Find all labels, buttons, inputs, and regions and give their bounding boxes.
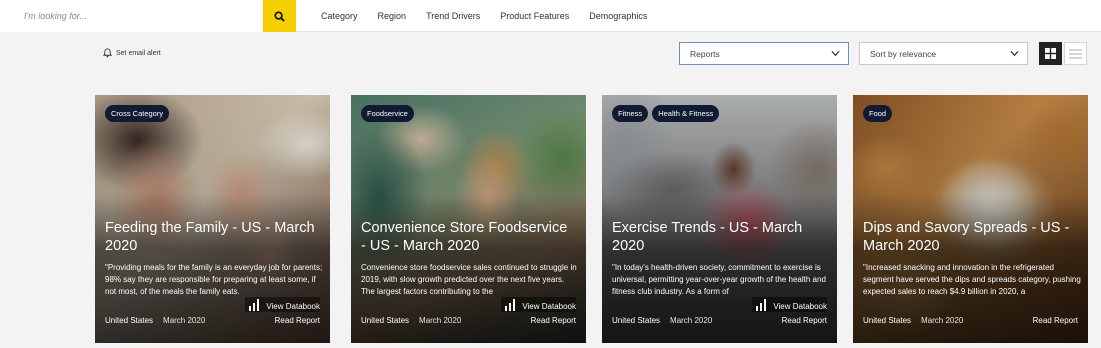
card-region: United States [612, 316, 661, 325]
chevron-down-icon [831, 50, 840, 57]
bar-chart-icon [249, 299, 261, 311]
databook-label: View Databook [773, 302, 827, 311]
tag-list: Cross Category [105, 105, 173, 122]
card-meta: United States March 2020 Read Report [612, 316, 827, 325]
read-report-link[interactable]: Read Report [531, 316, 576, 325]
card-description: Convenience store foodservice sales cont… [361, 263, 577, 296]
tag-list: Foodservice [361, 105, 418, 122]
tag-list: Food [863, 105, 896, 122]
card-date: March 2020 [670, 316, 713, 325]
report-type-select[interactable]: Reports [679, 42, 849, 65]
card-title[interactable]: Dips and Savory Spreads - US - March 202… [863, 219, 1078, 255]
bell-icon [103, 48, 112, 58]
card-date: March 2020 [921, 316, 964, 325]
card-region: United States [863, 316, 912, 325]
read-report-link[interactable]: Read Report [1033, 316, 1078, 325]
grid-view-button[interactable] [1039, 42, 1062, 65]
report-card[interactable]: Food Dips and Savory Spreads - US - Marc… [853, 95, 1088, 343]
category-tag[interactable]: Health & Fitness [652, 105, 720, 122]
bar-chart-icon [756, 299, 768, 311]
search-icon [274, 10, 285, 22]
report-card[interactable]: Foodservice Convenience Store Foodservic… [351, 95, 586, 343]
grid-icon [1045, 48, 1056, 59]
nav-region[interactable]: Region [378, 11, 407, 21]
nav-product-features[interactable]: Product Features [500, 11, 569, 21]
card-meta: United States March 2020 Read Report [105, 316, 320, 325]
chevron-down-icon [1010, 50, 1019, 57]
databook-label: View Databook [266, 302, 320, 311]
view-databook-link[interactable]: View Databook [752, 297, 827, 312]
search-button[interactable] [263, 0, 296, 32]
bar-chart-icon [505, 299, 517, 311]
card-description: "Increased snacking and innovation in th… [863, 263, 1081, 296]
category-tag[interactable]: Foodservice [361, 105, 414, 122]
report-type-value: Reports [690, 48, 720, 59]
nav-demographics[interactable]: Demographics [589, 11, 647, 21]
card-region: United States [361, 316, 410, 325]
report-card[interactable]: Cross Category Feeding the Family - US -… [95, 95, 330, 343]
search-input[interactable] [0, 0, 263, 32]
card-date: March 2020 [163, 316, 206, 325]
read-report-link[interactable]: Read Report [275, 316, 320, 325]
nav-category[interactable]: Category [321, 11, 358, 21]
report-card[interactable]: Fitness Health & Fitness Exercise Trends… [602, 95, 837, 343]
sort-select[interactable]: Sort by relevance [859, 42, 1028, 65]
main-nav: Category Region Trend Drivers Product Fe… [321, 0, 667, 32]
card-title[interactable]: Convenience Store Foodservice - US - Mar… [361, 219, 576, 255]
view-databook-link[interactable]: View Databook [501, 297, 576, 312]
card-meta: United States March 2020 Read Report [361, 316, 576, 325]
read-report-link[interactable]: Read Report [782, 316, 827, 325]
nav-trend-drivers[interactable]: Trend Drivers [426, 11, 480, 21]
category-tag[interactable]: Food [863, 105, 893, 122]
top-bar: Category Region Trend Drivers Product Fe… [0, 0, 1101, 32]
email-alert-label: Set email alert [116, 49, 161, 57]
card-meta: United States March 2020 Read Report [863, 316, 1078, 325]
card-title[interactable]: Feeding the Family - US - March 2020 [105, 219, 320, 255]
card-description: "Providing meals for the family is an ev… [105, 263, 323, 296]
email-alert-link[interactable]: Set email alert [103, 48, 161, 58]
databook-label: View Databook [522, 302, 576, 311]
list-view-button[interactable] [1064, 42, 1087, 65]
view-databook-link[interactable]: View Databook [245, 297, 320, 312]
card-date: March 2020 [419, 316, 462, 325]
category-tag[interactable]: Fitness [612, 105, 649, 122]
card-title[interactable]: Exercise Trends - US - March 2020 [612, 219, 827, 255]
list-icon [1069, 49, 1082, 58]
category-tag[interactable]: Cross Category [105, 105, 170, 122]
sort-value: Sort by relevance [870, 48, 937, 59]
card-region: United States [105, 316, 154, 325]
card-description: "In today's health-driven society, commi… [612, 263, 826, 296]
tag-list: Fitness Health & Fitness [612, 105, 723, 122]
